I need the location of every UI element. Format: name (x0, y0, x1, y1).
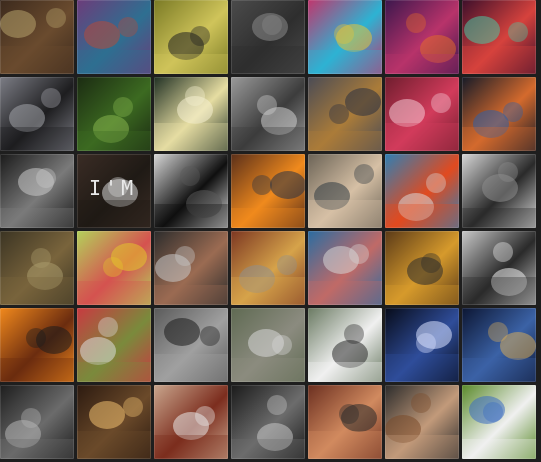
flower-icon (154, 77, 228, 151)
photo-tile-stripes[interactable] (462, 231, 536, 305)
photo-mosaic-grid: I'M (0, 0, 541, 462)
photo-tile-tower[interactable] (462, 154, 536, 228)
photo-tile-cow-pasture[interactable] (462, 385, 536, 459)
photo-tile-palace[interactable] (385, 231, 459, 305)
photo-tile-text-on-wall[interactable]: I'M (77, 154, 151, 228)
photo-tile-harbor-city[interactable] (154, 308, 228, 382)
photo-tile-city-shore[interactable] (462, 308, 536, 382)
photo-tile-sea-sunset[interactable] (77, 385, 151, 459)
people-icon (154, 231, 228, 305)
photo-tile-pink-temple[interactable] (385, 77, 459, 151)
woman-icon (77, 308, 151, 382)
drop-icon (0, 231, 74, 305)
photo-tile-fruit-market[interactable] (77, 231, 151, 305)
photo-tile-women-in-red[interactable] (77, 308, 151, 382)
photo-tile-green-berries[interactable] (77, 77, 151, 151)
smile-icon (308, 385, 382, 459)
palace-icon (385, 231, 459, 305)
photo-tile-coastline[interactable] (308, 154, 382, 228)
arch-icon (308, 231, 382, 305)
tile-caption-text: I'M (89, 176, 138, 200)
jump-icon (0, 308, 74, 382)
photo-tile-black-dog[interactable] (154, 154, 228, 228)
photo-tile-horse-riders[interactable] (0, 77, 74, 151)
climb-icon (231, 385, 305, 459)
photo-tile-sunset-beach[interactable] (231, 154, 305, 228)
grid-icon (308, 0, 382, 74)
photo-tile-skyline[interactable] (231, 77, 305, 151)
photo-tile-silhouette-jump[interactable] (0, 308, 74, 382)
photo-tile-light-trails[interactable] (462, 0, 536, 74)
photo-tile-sheep-field[interactable] (231, 308, 305, 382)
eye-icon (0, 154, 74, 228)
photo-tile-architecture[interactable] (385, 154, 459, 228)
crowd-icon (385, 385, 459, 459)
dome-icon (231, 231, 305, 305)
building-icon (154, 0, 228, 74)
photo-tile-smiling-elder[interactable] (308, 385, 382, 459)
skyline-icon (231, 77, 305, 151)
reflection-icon (462, 77, 536, 151)
photo-tile-crowd-faces[interactable] (385, 385, 459, 459)
photo-tile-old-woman[interactable] (0, 385, 74, 459)
face-icon (0, 385, 74, 459)
photo-tile-eye-closeup[interactable] (0, 154, 74, 228)
photo-tile-storm-sea[interactable] (308, 77, 382, 151)
pattern-icon (77, 0, 151, 74)
photo-tile-night-reflection[interactable] (462, 77, 536, 151)
tower-icon (462, 154, 536, 228)
fruit-icon (77, 231, 151, 305)
moon-icon (385, 308, 459, 382)
tree-icon (231, 0, 305, 74)
portrait-icon (0, 0, 74, 74)
shore-icon (462, 308, 536, 382)
sheep-icon (231, 308, 305, 382)
leaf-icon (77, 77, 151, 151)
photo-tile-climber[interactable] (231, 385, 305, 459)
window-icon (154, 385, 228, 459)
frame-icon (385, 154, 459, 228)
dog-icon (154, 154, 228, 228)
photo-tile-dew-leaf[interactable] (0, 231, 74, 305)
photo-tile-face-painting[interactable] (0, 0, 74, 74)
photo-tile-forest-path[interactable] (231, 0, 305, 74)
photo-tile-hotel-facade[interactable] (308, 308, 382, 382)
photo-tile-craftsman[interactable] (154, 385, 228, 459)
temple-icon (385, 77, 459, 151)
photo-tile-pop-art[interactable] (308, 0, 382, 74)
stripes-icon (462, 231, 536, 305)
city-icon (385, 0, 459, 74)
facade-icon (308, 308, 382, 382)
photo-tile-group-photo[interactable] (154, 231, 228, 305)
cow-icon (462, 385, 536, 459)
wave-icon (308, 154, 382, 228)
photo-tile-textile[interactable] (77, 0, 151, 74)
photo-tile-doors[interactable] (154, 0, 228, 74)
photo-tile-city-lights[interactable] (385, 0, 459, 74)
photo-tile-water-lily[interactable] (154, 77, 228, 151)
sun-icon (231, 154, 305, 228)
photo-tile-moon-night[interactable] (385, 308, 459, 382)
trail-icon (462, 0, 536, 74)
photo-tile-tiled-hall[interactable] (308, 231, 382, 305)
sunset-icon (77, 385, 151, 459)
harbor-icon (154, 308, 228, 382)
photo-tile-autumn-mosque[interactable] (231, 231, 305, 305)
cloud-icon (308, 77, 382, 151)
horse-icon (0, 77, 74, 151)
